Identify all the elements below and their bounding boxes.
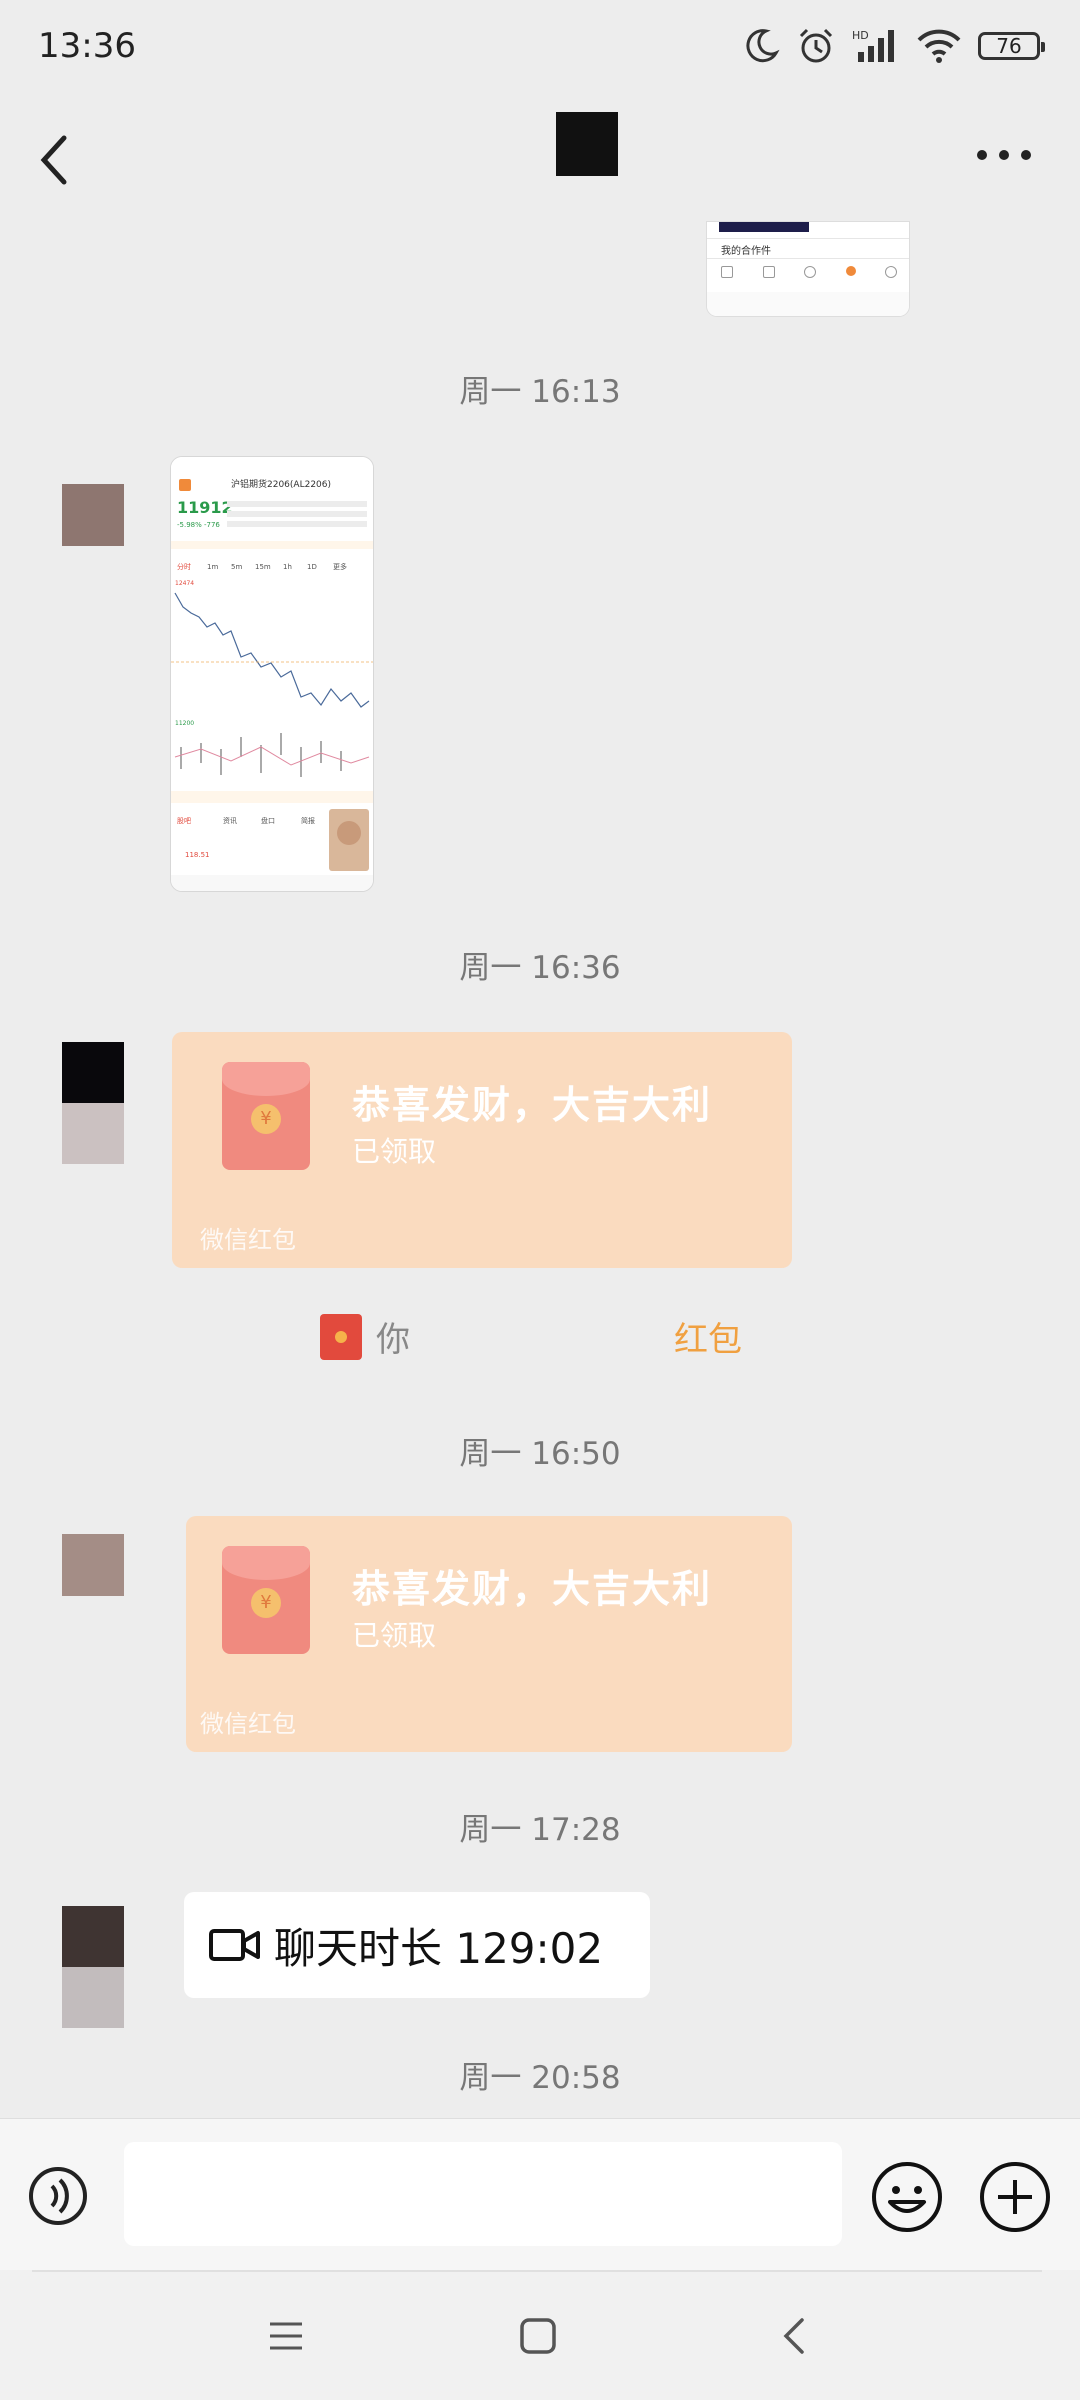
video-call-icon: [209, 1929, 260, 1961]
bottom-tab: 股吧: [177, 817, 191, 825]
back-icon[interactable]: [772, 2312, 816, 2360]
axis-high: 12474: [175, 580, 194, 587]
stock-chart-screenshot: 沪铝期货2206(AL2206) 11912 -5.98% -776 分时 1m…: [171, 457, 373, 891]
system-notice: 你 红包: [320, 1312, 742, 1361]
red-packet-icon: [320, 1313, 362, 1360]
call-record-message[interactable]: 聊天时长 129:02: [184, 1892, 650, 1998]
thumb-menu-text: 我的合作件: [721, 246, 771, 257]
network-label: HD: [852, 29, 869, 42]
stock-change: -5.98% -776: [177, 521, 220, 529]
chart-tab: 1D: [307, 563, 317, 571]
stock-price: 11912: [177, 498, 233, 517]
call-duration-text: 聊天时长 129:02: [274, 1923, 604, 1973]
battery-indicator: 76: [978, 32, 1045, 60]
status-icons: HD 76: [742, 26, 1045, 66]
image-message-screenshot[interactable]: 沪铝期货2206(AL2206) 11912 -5.98% -776 分时 1m…: [170, 456, 374, 892]
moon-icon: [746, 29, 780, 63]
timestamp: 周一 16:50: [459, 1436, 621, 1472]
system-notice-prefix: 你: [376, 1320, 410, 1360]
plus-icon[interactable]: [978, 2160, 1052, 2234]
red-packet-message[interactable]: ¥ 恭喜发财，大吉大利 已领取 微信红包: [172, 1032, 792, 1268]
quote-value: 118.51: [185, 851, 210, 859]
menu-icon[interactable]: [264, 2316, 308, 2356]
home-icon[interactable]: [516, 2314, 560, 2358]
chart-tab: 5m: [231, 563, 242, 571]
timestamp: 周一 16:36: [459, 950, 621, 986]
more-dots-icon[interactable]: [976, 140, 1032, 170]
chart-tab: 15m: [255, 563, 271, 571]
chart-tab: 1h: [283, 563, 292, 571]
alarm-icon: [799, 28, 833, 63]
bottom-tab: 盘口: [261, 816, 275, 825]
message-input[interactable]: [124, 2142, 842, 2246]
status-time: 13:36: [38, 26, 136, 66]
system-notice-link[interactable]: 红包: [674, 1312, 742, 1361]
chat-title-avatar: [556, 112, 618, 176]
red-packet-footer: 微信红包: [200, 1226, 296, 1254]
bottom-tab: 资讯: [223, 816, 237, 825]
avatar[interactable]: [62, 484, 124, 546]
divider: [32, 2270, 1042, 2272]
wifi-icon: [917, 29, 961, 63]
red-envelope-icon: ¥: [222, 1546, 310, 1654]
red-envelope-icon: ¥: [222, 1062, 310, 1170]
timestamp: 周一 17:28: [459, 1812, 621, 1848]
red-packet-title: 恭喜发财，大吉大利: [352, 1083, 713, 1127]
red-packet-status: 已领取: [352, 1619, 437, 1652]
chat-header: [0, 100, 1080, 220]
red-packet-footer: 微信红包: [200, 1710, 296, 1738]
chart-tab: 1m: [207, 563, 218, 571]
timestamp: 周一 20:58: [459, 2060, 621, 2096]
avatar[interactable]: [62, 1534, 124, 1596]
signal-icon: HD: [852, 29, 894, 62]
timestamp: 周一 16:13: [459, 374, 621, 410]
voice-input-icon[interactable]: [26, 2164, 90, 2228]
stock-name: 沪铝期货2206(AL2206): [231, 478, 331, 490]
red-packet-message[interactable]: ¥ 恭喜发财，大吉大利 已领取 微信红包: [186, 1516, 792, 1752]
chevron-left-icon[interactable]: [30, 130, 80, 190]
image-message-thumbnail[interactable]: 我的合作件: [707, 222, 909, 316]
bottom-tab: 简报: [301, 816, 315, 825]
avatar[interactable]: [62, 1906, 124, 2028]
axis-low: 11200: [175, 720, 194, 727]
red-packet-status: 已领取: [352, 1135, 437, 1168]
chart-tab: 更多: [333, 562, 347, 571]
chart-tab: 分时: [177, 562, 191, 571]
red-packet-title: 恭喜发财，大吉大利: [352, 1567, 713, 1611]
avatar[interactable]: [62, 1042, 124, 1164]
emoji-icon[interactable]: [870, 2160, 944, 2234]
